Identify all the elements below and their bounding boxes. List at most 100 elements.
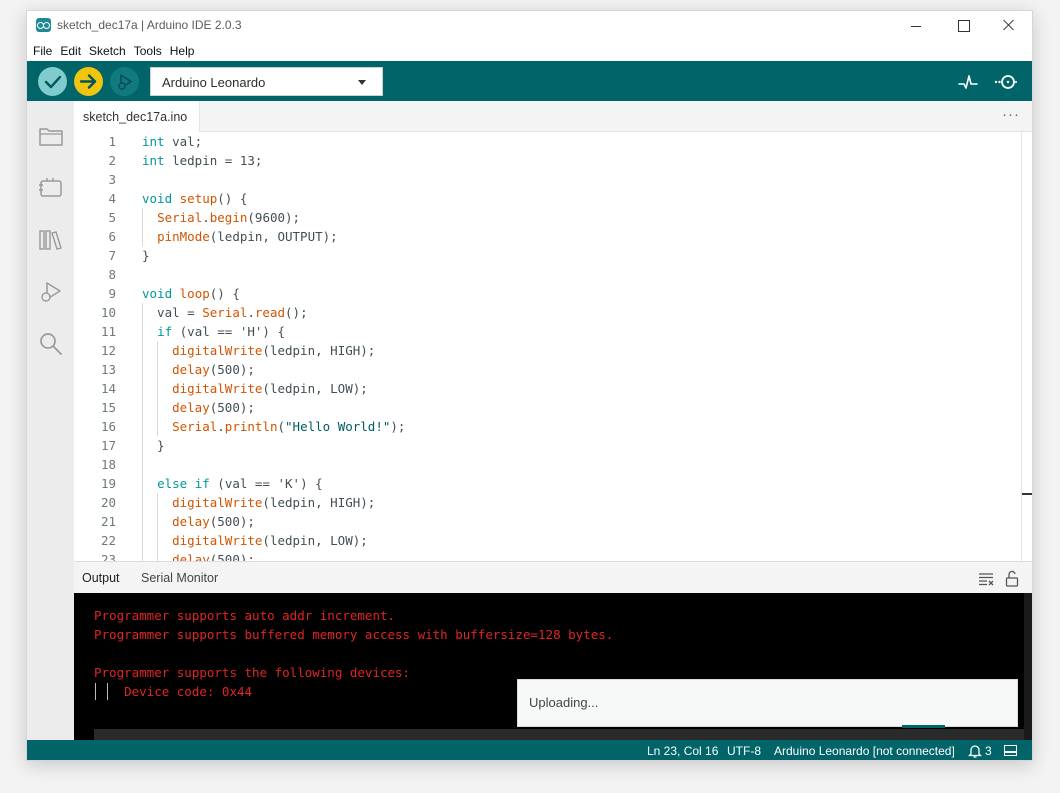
debug-panel-icon[interactable] <box>38 279 64 305</box>
code-line[interactable]: 2 int ledpin = 13; <box>74 151 1023 170</box>
menu-sketch[interactable]: Sketch <box>89 41 132 61</box>
code-text: int val; <box>142 134 203 149</box>
board-selector[interactable]: Arduino Leonardo <box>150 67 383 96</box>
notification-bell-icon[interactable] <box>967 744 983 758</box>
maximize-button[interactable] <box>940 14 986 38</box>
code-line[interactable]: 11 if (val == 'H') { <box>74 322 1023 341</box>
line-number: 6 <box>108 229 116 244</box>
console-line: Device code: 0x44 <box>94 684 253 699</box>
board-status[interactable]: Arduino Leonardo [not connected] <box>774 744 955 758</box>
close-button[interactable] <box>986 14 1032 38</box>
line-number: 22 <box>100 533 116 548</box>
code-line[interactable]: 19 else if (val == 'K') { <box>74 474 1023 493</box>
file-encoding[interactable]: UTF-8 <box>727 744 761 758</box>
code-line[interactable]: 4 void setup() { <box>74 189 1023 208</box>
code-line[interactable]: 22 digitalWrite(ledpin, LOW); <box>74 531 1023 550</box>
menu-file[interactable]: File <box>33 41 58 61</box>
clear-output-icon[interactable] <box>978 572 994 586</box>
code-line[interactable]: 16 Serial.println("Hello World!"); <box>74 417 1023 436</box>
code-line[interactable]: 7} <box>74 246 1023 265</box>
console-line: Programmer supports the following device… <box>94 665 411 680</box>
line-number: 17 <box>100 438 116 453</box>
toggle-panel-icon[interactable] <box>1004 745 1017 756</box>
cursor-position[interactable]: Ln 23, Col 16 <box>647 744 718 758</box>
line-number: 14 <box>100 381 116 396</box>
upload-progress-bar <box>902 725 945 728</box>
upload-button[interactable] <box>74 67 103 96</box>
title-bar: sketch_dec17a | Arduino IDE 2.0.3 <box>27 11 1032 41</box>
menu-tools[interactable]: Tools <box>134 41 168 61</box>
code-line[interactable]: 15 delay(500); <box>74 398 1023 417</box>
editor-scrollbar[interactable] <box>1021 132 1022 561</box>
minimize-button[interactable] <box>893 14 939 38</box>
menu-help[interactable]: Help <box>170 41 201 61</box>
upload-notification: Uploading... <box>517 679 1018 728</box>
line-number: 23 <box>100 552 116 561</box>
code-text: digitalWrite(ledpin, HIGH); <box>172 495 376 510</box>
console-scrollbar[interactable] <box>1024 593 1032 740</box>
code-line[interactable]: 5 Serial.begin(9600); <box>74 208 1023 227</box>
code-text: else if (val == 'K') { <box>157 476 323 491</box>
code-line[interactable]: 13 delay(500); <box>74 360 1023 379</box>
code-line[interactable]: 17 } <box>74 436 1023 455</box>
line-number: 9 <box>108 286 116 301</box>
boards-manager-icon[interactable] <box>38 175 64 201</box>
editor-area: sketch_dec17a.ino ··· 1 int val; 2 int ledp… <box>74 101 1032 561</box>
search-icon[interactable] <box>38 331 64 357</box>
line-number: 5 <box>108 210 116 225</box>
verify-button[interactable] <box>38 67 67 96</box>
code-text: digitalWrite(ledpin, HIGH); <box>172 343 376 358</box>
code-line[interactable]: 1 int val; <box>74 132 1023 151</box>
code-line[interactable]: 21 delay(500); <box>74 512 1023 531</box>
sidebar <box>27 101 74 740</box>
code-text: void loop() { <box>142 286 240 301</box>
unlock-icon[interactable] <box>1005 570 1019 587</box>
code-line[interactable]: 6 pinMode(ledpin, OUTPUT); <box>74 227 1023 246</box>
code-line[interactable]: 20 digitalWrite(ledpin, HIGH); <box>74 493 1023 512</box>
line-number: 20 <box>100 495 116 510</box>
code-line[interactable]: 3 <box>74 170 1023 189</box>
code-text: int ledpin = 13; <box>142 153 263 168</box>
code-line[interactable]: 8 <box>74 265 1023 284</box>
code-text: delay(500); <box>172 362 255 377</box>
indent-guide <box>142 455 143 474</box>
debug-button[interactable] <box>110 67 139 96</box>
tab-sketch-file[interactable]: sketch_dec17a.ino <box>74 101 200 132</box>
code-text: void setup() { <box>142 191 248 206</box>
toolbar: Arduino Leonardo <box>27 61 1032 101</box>
code-line[interactable]: 18 <box>74 455 1023 474</box>
sketchbook-folder-icon[interactable] <box>38 123 64 149</box>
line-number: 2 <box>108 153 116 168</box>
library-manager-icon[interactable] <box>38 227 64 253</box>
code-text: Serial.begin(9600); <box>157 210 301 225</box>
notification-count[interactable]: 3 <box>985 744 992 758</box>
code-line[interactable]: 14 digitalWrite(ledpin, LOW); <box>74 379 1023 398</box>
magnifier-dots-icon <box>994 75 1017 89</box>
arduino-ide-window: sketch_dec17a | Arduino IDE 2.0.3 File E… <box>26 10 1033 761</box>
console-line: Programmer supports buffered memory acce… <box>94 627 614 642</box>
code-line[interactable]: 23 delay(500); <box>74 550 1023 561</box>
window-title: sketch_dec17a | Arduino IDE 2.0.3 <box>57 18 242 32</box>
code-line[interactable]: 10 val = Serial.read(); <box>74 303 1023 322</box>
code-text: val = Serial.read(); <box>142 305 308 320</box>
more-actions-button[interactable]: ··· <box>1002 106 1020 123</box>
code-text: digitalWrite(ledpin, LOW); <box>172 533 368 548</box>
line-number: 10 <box>100 305 116 320</box>
serial-plotter-button[interactable] <box>957 71 979 93</box>
tab-output[interactable]: Output <box>82 571 120 585</box>
code-line[interactable]: 12 digitalWrite(ledpin, HIGH); <box>74 341 1023 360</box>
line-number: 15 <box>100 400 116 415</box>
menu-edit[interactable]: Edit <box>60 41 87 61</box>
code-text: delay(500); <box>172 514 255 529</box>
arrow-right-icon <box>79 74 97 89</box>
line-number: 21 <box>100 514 116 529</box>
code-line[interactable]: 9 void loop() { <box>74 284 1023 303</box>
code-editor[interactable]: 1 int val; 2 int ledpin = 13; 3 4 void setup()… <box>74 132 1023 561</box>
line-number: 16 <box>100 419 116 434</box>
notification-message: Uploading... <box>529 695 599 710</box>
serial-monitor-button[interactable] <box>993 70 1019 94</box>
arduino-logo-icon <box>36 18 51 32</box>
checkmark-icon <box>44 75 62 89</box>
line-number: 8 <box>108 267 116 282</box>
tab-serial-monitor[interactable]: Serial Monitor <box>141 571 218 585</box>
